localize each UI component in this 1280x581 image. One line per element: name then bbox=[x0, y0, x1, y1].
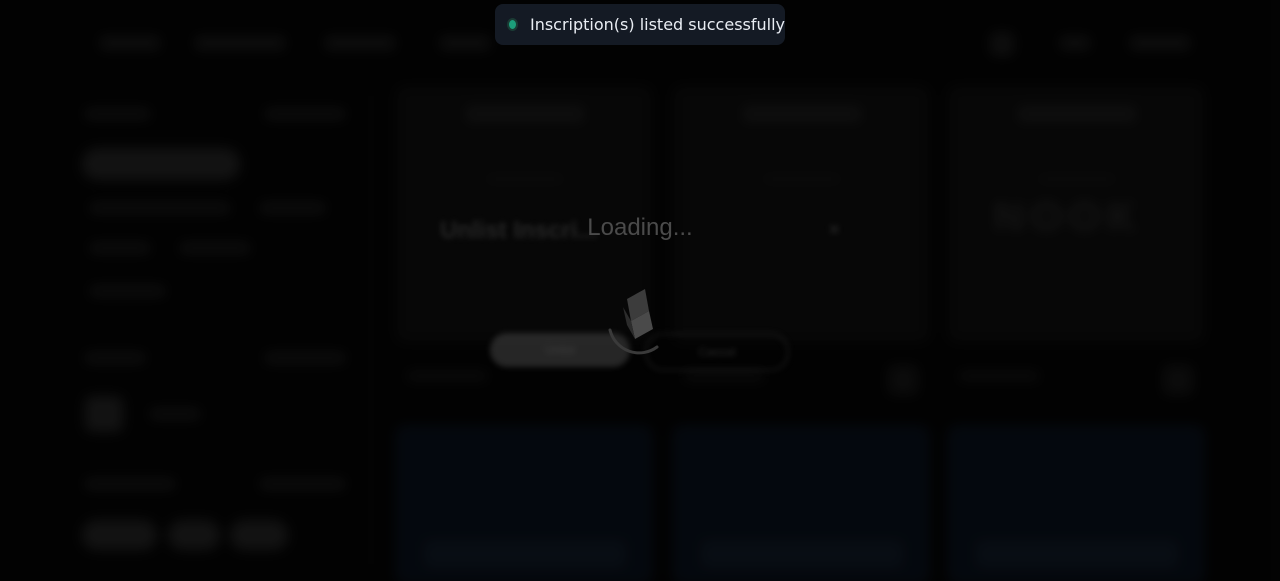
loading-spinner-icon bbox=[608, 289, 659, 355]
success-toast: Inscription(s) listed successfully bbox=[495, 4, 785, 45]
success-dot-icon bbox=[507, 18, 518, 31]
loading-text: Loading... bbox=[587, 214, 693, 241]
close-icon[interactable]: × bbox=[828, 219, 840, 242]
app-page: NOOK Unlist Inscri... × Unlist Cancel Lo… bbox=[0, 0, 1280, 581]
toast-message: Inscription(s) listed successfully bbox=[529, 15, 785, 34]
